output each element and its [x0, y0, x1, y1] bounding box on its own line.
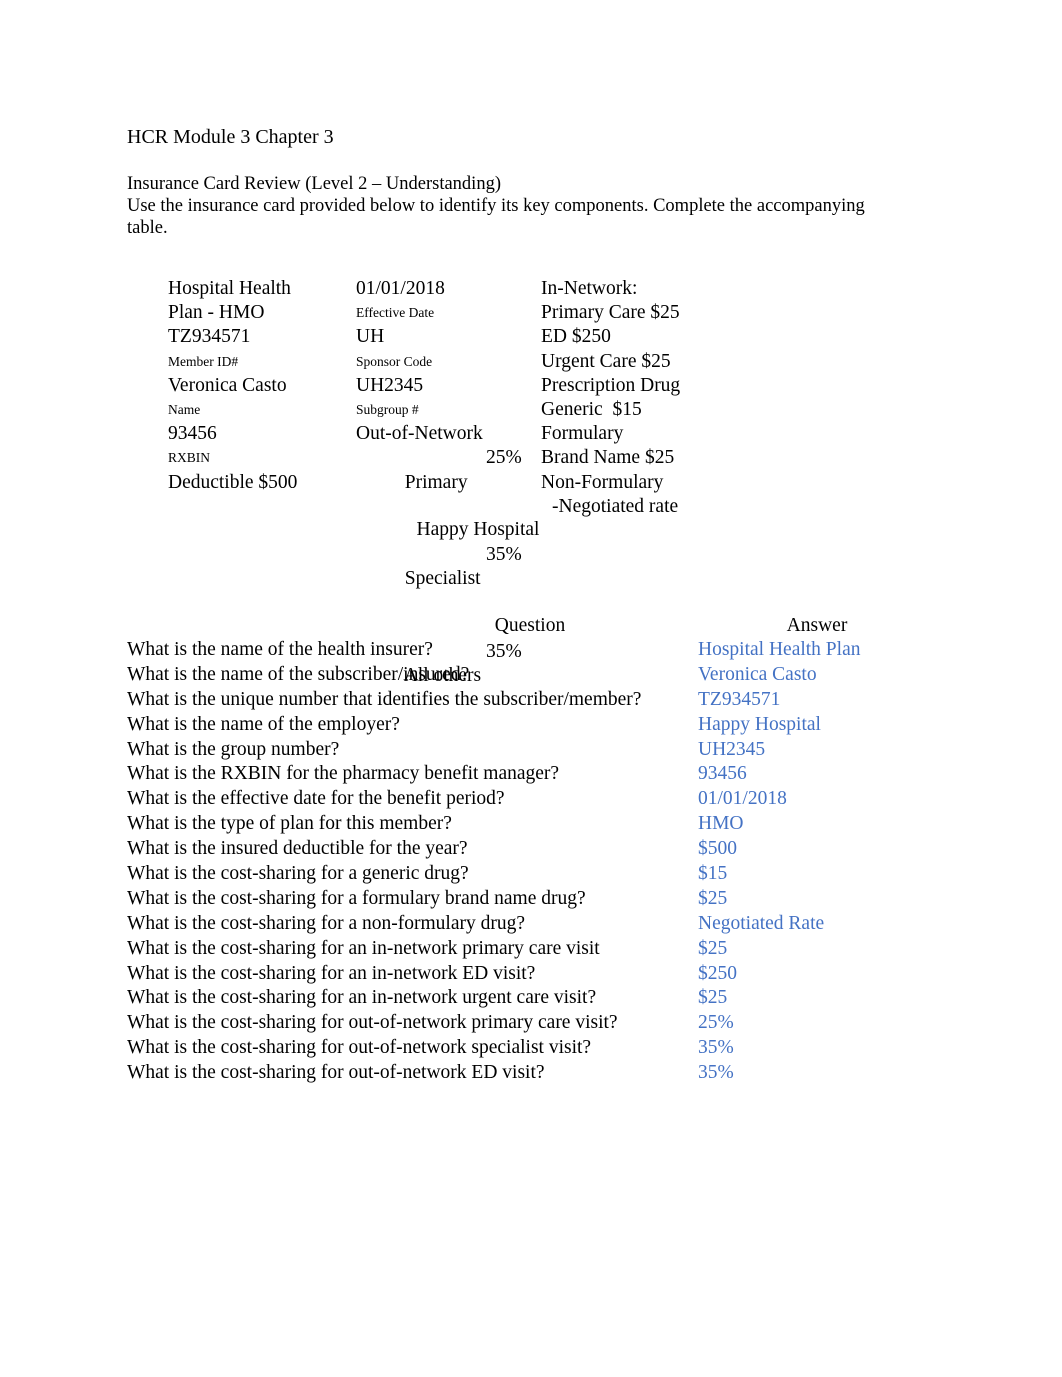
answer-cell: $25	[698, 887, 728, 909]
subgroup-label: Subgroup #	[356, 402, 419, 418]
member-name-value: Veronica Casto	[168, 374, 287, 396]
question-cell: What is the effective date for the benef…	[127, 788, 505, 810]
table-row: What is the effective date for the benef…	[127, 787, 917, 812]
card-right-column: In-Network: Primary Care $25 ED $250 Urg…	[541, 277, 791, 519]
table-row: What is the name of the employer? Happy H…	[127, 713, 917, 738]
question-cell: What is the cost-sharing for a generic d…	[127, 863, 469, 885]
answer-cell: 93456	[698, 763, 747, 785]
prescription-negotiated-rate: -Negotiated rate	[552, 495, 679, 517]
out-of-network-primary-label: Primary	[404, 471, 468, 493]
question-cell: What is the cost-sharing for an in-netwo…	[127, 987, 597, 1009]
answer-cell: Hospital Health Plan	[698, 639, 861, 660]
deductible-value: Deductible $500	[168, 471, 298, 493]
table-row: What is the cost-sharing for an in-netwo…	[127, 986, 917, 1011]
table-row: What is the cost-sharing for a formulary…	[127, 887, 917, 912]
plan-name-line-1: Hospital Health	[168, 278, 291, 299]
question-cell: What is the cost-sharing for out-of-netw…	[127, 1062, 545, 1084]
column-header-answer: Answer	[786, 615, 848, 636]
answer-cell: $15	[698, 863, 728, 885]
answer-cell: HMO	[698, 813, 744, 835]
table-row: What is the cost-sharing for out-of-netw…	[127, 1061, 917, 1086]
question-cell: What is the cost-sharing for out-of-netw…	[127, 1012, 618, 1034]
document-page: HCR Module 3 Chapter 3 Insurance Card Re…	[0, 0, 1062, 1377]
prescription-brand-name: Brand Name $25	[541, 447, 675, 469]
member-id-value: TZ934571	[168, 326, 251, 348]
in-network-primary-care: Primary Care $25	[541, 302, 680, 324]
question-cell: What is the cost-sharing for out-of-netw…	[127, 1037, 592, 1059]
question-cell: What is the RXBIN for the pharmacy benef…	[127, 763, 560, 785]
answer-cell: 25%	[698, 1012, 734, 1034]
table-row: What is the insured deductible for the y…	[127, 837, 917, 862]
table-row: What is the group number? UH2345	[127, 738, 917, 763]
subgroup-value: UH2345	[356, 374, 424, 396]
intro-body: Use the insurance card provided below to…	[127, 196, 865, 238]
question-cell: What is the cost-sharing for an in-netwo…	[127, 937, 600, 959]
member-id-label: Member ID#	[168, 353, 239, 369]
answer-cell: $25	[698, 937, 728, 959]
sponsor-code-value: UH	[356, 326, 385, 348]
table-row: What is the unique number that identifie…	[127, 688, 917, 713]
table-row: What is the cost-sharing for a generic d…	[127, 862, 917, 887]
intro-heading: Insurance Card Review (Level 2 – Underst…	[127, 174, 501, 194]
answer-cell: 35%	[698, 1062, 734, 1084]
question-cell: What is the insured deductible for the y…	[127, 838, 468, 860]
table-row: What is the cost-sharing for an in-netwo…	[127, 937, 917, 962]
prescription-drug-heading: Prescription Drug	[541, 374, 681, 396]
answer-cell: Negotiated Rate	[698, 912, 825, 934]
answer-cell: TZ934571	[698, 688, 781, 710]
table-row: What is the cost-sharing for out-of-netw…	[127, 1036, 917, 1061]
qa-table: Question Answer What is the name of the …	[127, 613, 917, 1086]
question-cell: What is the cost-sharing for a non-formu…	[127, 912, 525, 934]
in-network-ed: ED $250	[541, 326, 611, 348]
question-cell: What is the name of the health insurer?	[127, 639, 433, 660]
table-row: What is the cost-sharing for an in-netwo…	[127, 962, 917, 987]
answer-cell: UH2345	[698, 738, 766, 760]
out-of-network-heading: Out-of-Network	[356, 423, 483, 445]
question-cell: What is the type of plan for this member…	[127, 813, 452, 835]
rxbin-value: 93456	[168, 423, 217, 445]
table-row: What is the name of the subscriber/insur…	[127, 663, 917, 688]
answer-cell: $500	[698, 838, 737, 860]
effective-date-value: 01/01/2018	[356, 278, 445, 299]
plan-name-line-2: Plan - HMO	[168, 302, 265, 324]
prescription-non-formulary: Non-Formulary	[541, 471, 664, 493]
rxbin-label: RXBIN	[168, 450, 211, 466]
question-cell: What is the name of the subscriber/insur…	[127, 663, 470, 685]
table-row: What is the name of the health insurer? H…	[127, 638, 917, 663]
question-cell: What is the unique number that identifie…	[127, 688, 642, 710]
card-left-column: Hospital Health Plan - HMO TZ934571 Memb…	[168, 277, 353, 495]
table-row: What is the RXBIN for the pharmacy benef…	[127, 762, 917, 787]
in-network-urgent-care: Urgent Care $25	[541, 350, 671, 372]
intro-block: Insurance Card Review (Level 2 – Underst…	[127, 173, 902, 239]
column-header-question: Question	[494, 615, 566, 636]
table-row: What is the cost-sharing for a non-formu…	[127, 912, 917, 937]
table-row: What is the cost-sharing for out-of-netw…	[127, 1011, 917, 1036]
qa-table-body: What is the name of the health insurer? H…	[127, 638, 917, 1086]
answer-cell: 01/01/2018	[698, 788, 787, 810]
question-cell: What is the cost-sharing for a formulary…	[127, 887, 586, 909]
question-cell: What is the name of the employer?	[127, 713, 400, 735]
out-of-network-primary-value: 25%	[486, 447, 522, 469]
question-cell: What is the group number?	[127, 738, 340, 760]
table-row: What is the type of plan for this member…	[127, 812, 917, 837]
answer-cell: Happy Hospital	[698, 713, 821, 735]
prescription-formulary: Formulary	[541, 423, 624, 445]
in-network-heading: In-Network:	[541, 278, 638, 299]
sponsor-code-label: Sponsor Code	[356, 353, 433, 369]
answer-cell: $250	[698, 962, 737, 984]
out-of-network-specialist-value: 35%	[486, 544, 522, 566]
insurance-card: Hospital Health Plan - HMO TZ934571 Memb…	[168, 277, 791, 686]
member-name-label: Name	[168, 402, 201, 418]
page-title: HCR Module 3 Chapter 3	[127, 126, 334, 148]
prescription-generic: Generic $15	[541, 399, 642, 421]
effective-date-label: Effective Date	[356, 305, 435, 321]
qa-table-header: Question Answer	[127, 613, 917, 638]
out-of-network-specialist-label: Specialist	[404, 568, 481, 590]
card-employer-name: Happy Hospital	[416, 519, 540, 540]
answer-cell: 35%	[698, 1037, 734, 1059]
answer-cell: $25	[698, 987, 728, 1009]
question-cell: What is the cost-sharing for an in-netwo…	[127, 962, 536, 984]
answer-cell: Veronica Casto	[698, 663, 817, 685]
